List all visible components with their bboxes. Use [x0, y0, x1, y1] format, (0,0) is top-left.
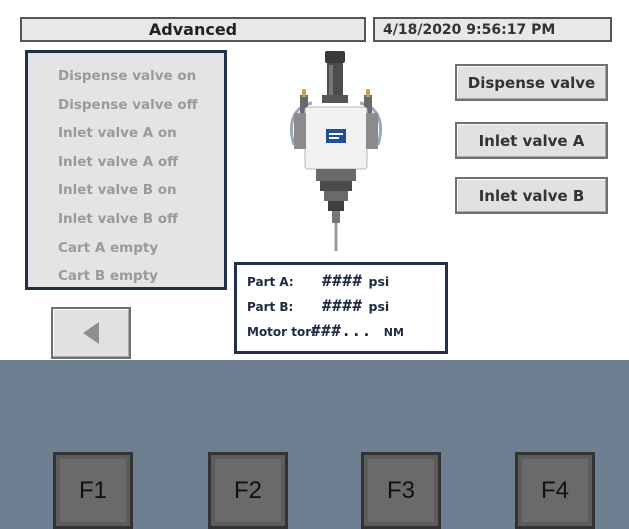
status-item-inlet-b-on: Inlet valve B on: [58, 182, 177, 199]
status-item-cart-a-empty: Cart A empty: [58, 239, 159, 256]
f2-key[interactable]: F2: [208, 452, 288, 529]
pressure-readout: Part A: #### psi Part B: #### psi Motor …: [234, 262, 448, 354]
f1-key[interactable]: F1: [53, 452, 133, 529]
back-button[interactable]: [51, 307, 131, 359]
status-item-dispense-off: Dispense valve off: [58, 96, 198, 113]
page-title: Advanced: [20, 17, 366, 42]
f3-key-label: F3: [368, 459, 434, 522]
readout-row-motor: Motor tor: ###... NM: [247, 321, 445, 346]
part-a-label: Part A:: [247, 275, 294, 289]
readout-row-part-b: Part B: #### psi: [247, 296, 445, 321]
part-b-value: ####: [322, 296, 363, 315]
inlet-valve-b-button[interactable]: Inlet valve B: [455, 177, 608, 214]
readout-row-part-a: Part A: #### psi: [247, 271, 445, 296]
dispense-valve-machine-icon: [289, 51, 383, 251]
status-item-cart-b-empty: Cart B empty: [58, 268, 158, 285]
dispense-valve-button[interactable]: Dispense valve: [455, 64, 608, 101]
f4-key-label: F4: [522, 459, 588, 522]
part-b-label: Part B:: [247, 300, 294, 314]
f1-key-label: F1: [60, 459, 126, 522]
status-item-inlet-a-off: Inlet valve A off: [58, 153, 179, 170]
status-item-inlet-a-on: Inlet valve A on: [58, 125, 177, 142]
page-title-text: Advanced: [148, 20, 238, 39]
f2-key-label: F2: [215, 459, 281, 522]
datetime-display: 4/18/2020 9:56:17 PM: [373, 17, 612, 42]
status-item-dispense-on: Dispense valve on: [58, 68, 197, 84]
status-list: Dispense valve on Dispense valve off Inl…: [25, 50, 227, 290]
hmi-screen: Advanced 4/18/2020 9:56:17 PM Dispense v…: [0, 0, 629, 360]
inlet-valve-a-button[interactable]: Inlet valve A: [455, 122, 608, 159]
part-a-value: ####: [322, 271, 363, 290]
datetime-text: 4/18/2020 9:56:17 PM: [383, 21, 556, 38]
part-b-unit: psi: [368, 299, 390, 314]
motor-torque-label: Motor tor:: [247, 325, 316, 339]
f3-key[interactable]: F3: [361, 452, 441, 529]
left-triangle-icon: [83, 322, 99, 344]
part-a-unit: psi: [368, 274, 390, 289]
status-item-inlet-b-off: Inlet valve B off: [58, 210, 178, 227]
f4-key[interactable]: F4: [515, 452, 595, 529]
motor-torque-unit: NM: [383, 326, 404, 339]
motor-torque-value: ###...: [311, 321, 372, 340]
